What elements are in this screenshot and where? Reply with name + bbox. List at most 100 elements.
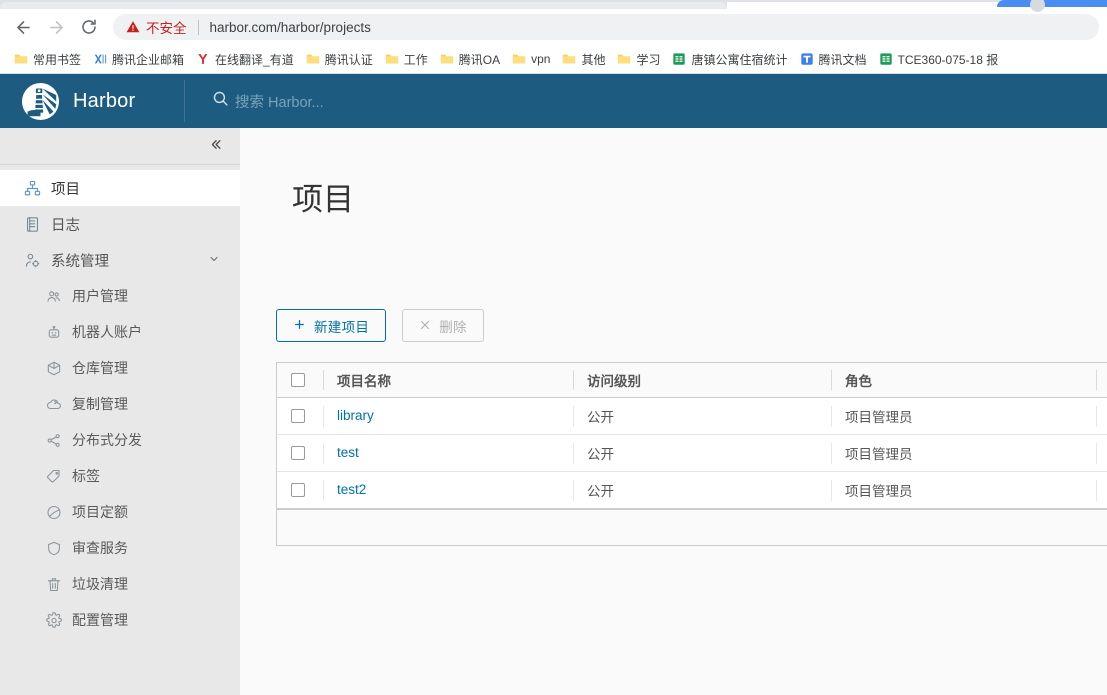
bookmark-label: 其他 (581, 52, 606, 67)
share-nodes-icon (47, 433, 60, 447)
sidebar-item-10[interactable]: 审查服务 (0, 530, 240, 566)
row-checkbox[interactable] (291, 445, 305, 460)
bookmark-label: 在线翻译_有道 (215, 52, 294, 67)
table-header: 项目名称 访问级别 角色 类 (277, 363, 1107, 398)
bookmark-item[interactable]: 工作 (379, 48, 434, 71)
forward-button[interactable] (41, 13, 71, 41)
bookmark-item[interactable]: 腾讯文档 (794, 48, 873, 71)
reload-button[interactable] (74, 13, 104, 41)
page-title: 项目 (292, 182, 354, 217)
bookmark-item[interactable]: 学习 (611, 48, 666, 71)
bookmark-label: 工作 (403, 52, 428, 67)
project-link[interactable]: test2 (337, 482, 366, 497)
bookmark-item[interactable]: 腾讯OA (434, 48, 506, 71)
sidebar-item-label: 系统管理 (51, 253, 109, 270)
url-text: harbor.com/harbor/projects (209, 19, 371, 35)
sitemap-icon (24, 180, 41, 195)
trash-icon (47, 577, 61, 591)
brand-title: Harbor (73, 89, 136, 112)
chevron-down-icon[interactable] (208, 253, 220, 268)
sidebar-item-11[interactable]: 垃圾清理 (0, 566, 240, 602)
sidebar-item-9[interactable]: 项目定额 (0, 494, 240, 530)
arrow-right-icon (49, 20, 63, 34)
box-icon (47, 361, 61, 375)
project-link[interactable]: test (337, 445, 359, 460)
bookmark-item[interactable]: 唐镇公寓住宿统计 (666, 48, 793, 71)
google-sheets-icon (673, 53, 686, 65)
table-row[interactable]: test 公开项目管理员项 (277, 434, 1107, 472)
column-header-access[interactable]: 访问级别 (573, 363, 831, 398)
sidebar-item-12[interactable]: 配置管理 (0, 602, 240, 638)
bookmark-item[interactable]: 腾讯认证 (300, 48, 379, 71)
bookmark-item[interactable]: 在线翻译_有道 (190, 48, 300, 71)
sidebar-item-5[interactable]: 仓库管理 (0, 350, 240, 386)
cell-project-name: test (323, 434, 573, 472)
sidebar-collapse-row[interactable] (0, 128, 240, 165)
arrow-left-icon (16, 20, 30, 34)
profile-pill[interactable] (997, 0, 1107, 12)
bookmarks-bar: 常用书签 腾讯企业邮箱 在线翻译_有道 腾讯认证 工作 腾讯OA vpn 其他 学习 唐镇公寓住宿… (0, 45, 1107, 74)
sidebar-item-4[interactable]: 机器人账户 (0, 314, 240, 350)
sidebar-item-label: 垃圾清理 (72, 576, 128, 592)
users-icon (46, 288, 62, 304)
search-placeholder: 搜索 Harbor... (235, 94, 324, 111)
cell-role: 项目管理员 (831, 471, 1096, 509)
folder-icon (512, 54, 526, 64)
lighthouse-glyph (22, 83, 59, 119)
select-all-checkbox[interactable] (291, 372, 305, 387)
brand-area[interactable]: Harbor (0, 82, 184, 120)
browser-tab-strip[interactable] (0, 0, 1107, 12)
row-select-cell (277, 434, 323, 472)
bookmark-item[interactable]: 腾讯企业邮箱 (87, 48, 190, 71)
sidebar-item-7[interactable]: 分布式分发 (0, 422, 240, 458)
sidebar-item-label: 项目定额 (72, 504, 128, 520)
column-header-role[interactable]: 角色 (831, 363, 1096, 398)
table-row[interactable]: library 公开项目管理员项 (277, 397, 1107, 435)
omnibox-divider (197, 19, 199, 35)
column-header-name[interactable]: 项目名称 (323, 363, 573, 398)
list-icon (24, 216, 41, 233)
sidebar-item-8[interactable]: 标签 (0, 458, 240, 494)
table-header-row: 项目名称 访问级别 角色 类 (277, 363, 1107, 398)
bookmark-item[interactable]: 其他 (556, 48, 611, 71)
robot-icon (46, 324, 62, 340)
sidebar-item-label: 配置管理 (72, 612, 128, 628)
new-project-button[interactable]: 新建项目 (276, 309, 387, 342)
sidebar-item-0[interactable]: 项目 (0, 170, 240, 206)
table-body: library 公开项目管理员项 test 公开项目管理员项 test2 公开项目管理员项 (277, 397, 1107, 509)
tag-icon (46, 468, 62, 484)
address-bar[interactable]: 不安全 harbor.com/harbor/projects (113, 14, 1099, 40)
folder-icon (440, 54, 453, 64)
sidebar-nav: 项目 日志系统管理用户管理 机器人账户 仓库管理 复制管理 分布式分发 标签项目定额审查服务… (0, 165, 240, 638)
column-header-type[interactable]: 类 (1096, 363, 1107, 398)
table-row[interactable]: test2 公开项目管理员项 (277, 471, 1107, 509)
bookmark-item[interactable]: 常用书签 (8, 48, 87, 71)
bookmark-item[interactable]: TCE360-075-18 报 (873, 48, 1005, 71)
global-search[interactable]: 搜索 Harbor... (185, 90, 324, 112)
double-chevron-left-icon[interactable] (208, 137, 223, 155)
bookmark-label: 腾讯文档 (818, 52, 867, 67)
sidebar-item-1[interactable]: 日志 (0, 206, 240, 242)
delete-button[interactable]: 删除 (402, 309, 484, 342)
back-button[interactable] (8, 13, 38, 41)
user-cog-icon (25, 253, 40, 267)
row-checkbox[interactable] (291, 408, 305, 423)
row-checkbox[interactable] (291, 482, 305, 497)
harbor-lighthouse-logo (22, 82, 59, 120)
active-browser-tab[interactable] (0, 2, 727, 9)
sitemap-icon (24, 180, 41, 197)
list-icon (26, 216, 39, 232)
plus-icon (293, 318, 306, 333)
sidebar-item-3[interactable]: 用户管理 (0, 278, 240, 314)
bookmark-label: 学习 (636, 52, 661, 67)
cell-access-level: 公开 (573, 471, 831, 509)
bookmark-item[interactable]: vpn (506, 49, 556, 69)
project-link[interactable]: library (337, 408, 374, 423)
gear-icon (46, 611, 62, 628)
shield-icon (48, 541, 60, 555)
sidebar-item-2[interactable]: 系统管理 (0, 242, 240, 278)
sidebar-item-6[interactable]: 复制管理 (0, 386, 240, 422)
app-body: 项目 日志 系统管理 用户管理 机器人账户 仓库管理 复制管理 分布式分发 标签 项目定额 审查服务… (0, 128, 1107, 695)
folder-icon (563, 54, 576, 64)
bookmark-label: 腾讯认证 (324, 52, 373, 67)
